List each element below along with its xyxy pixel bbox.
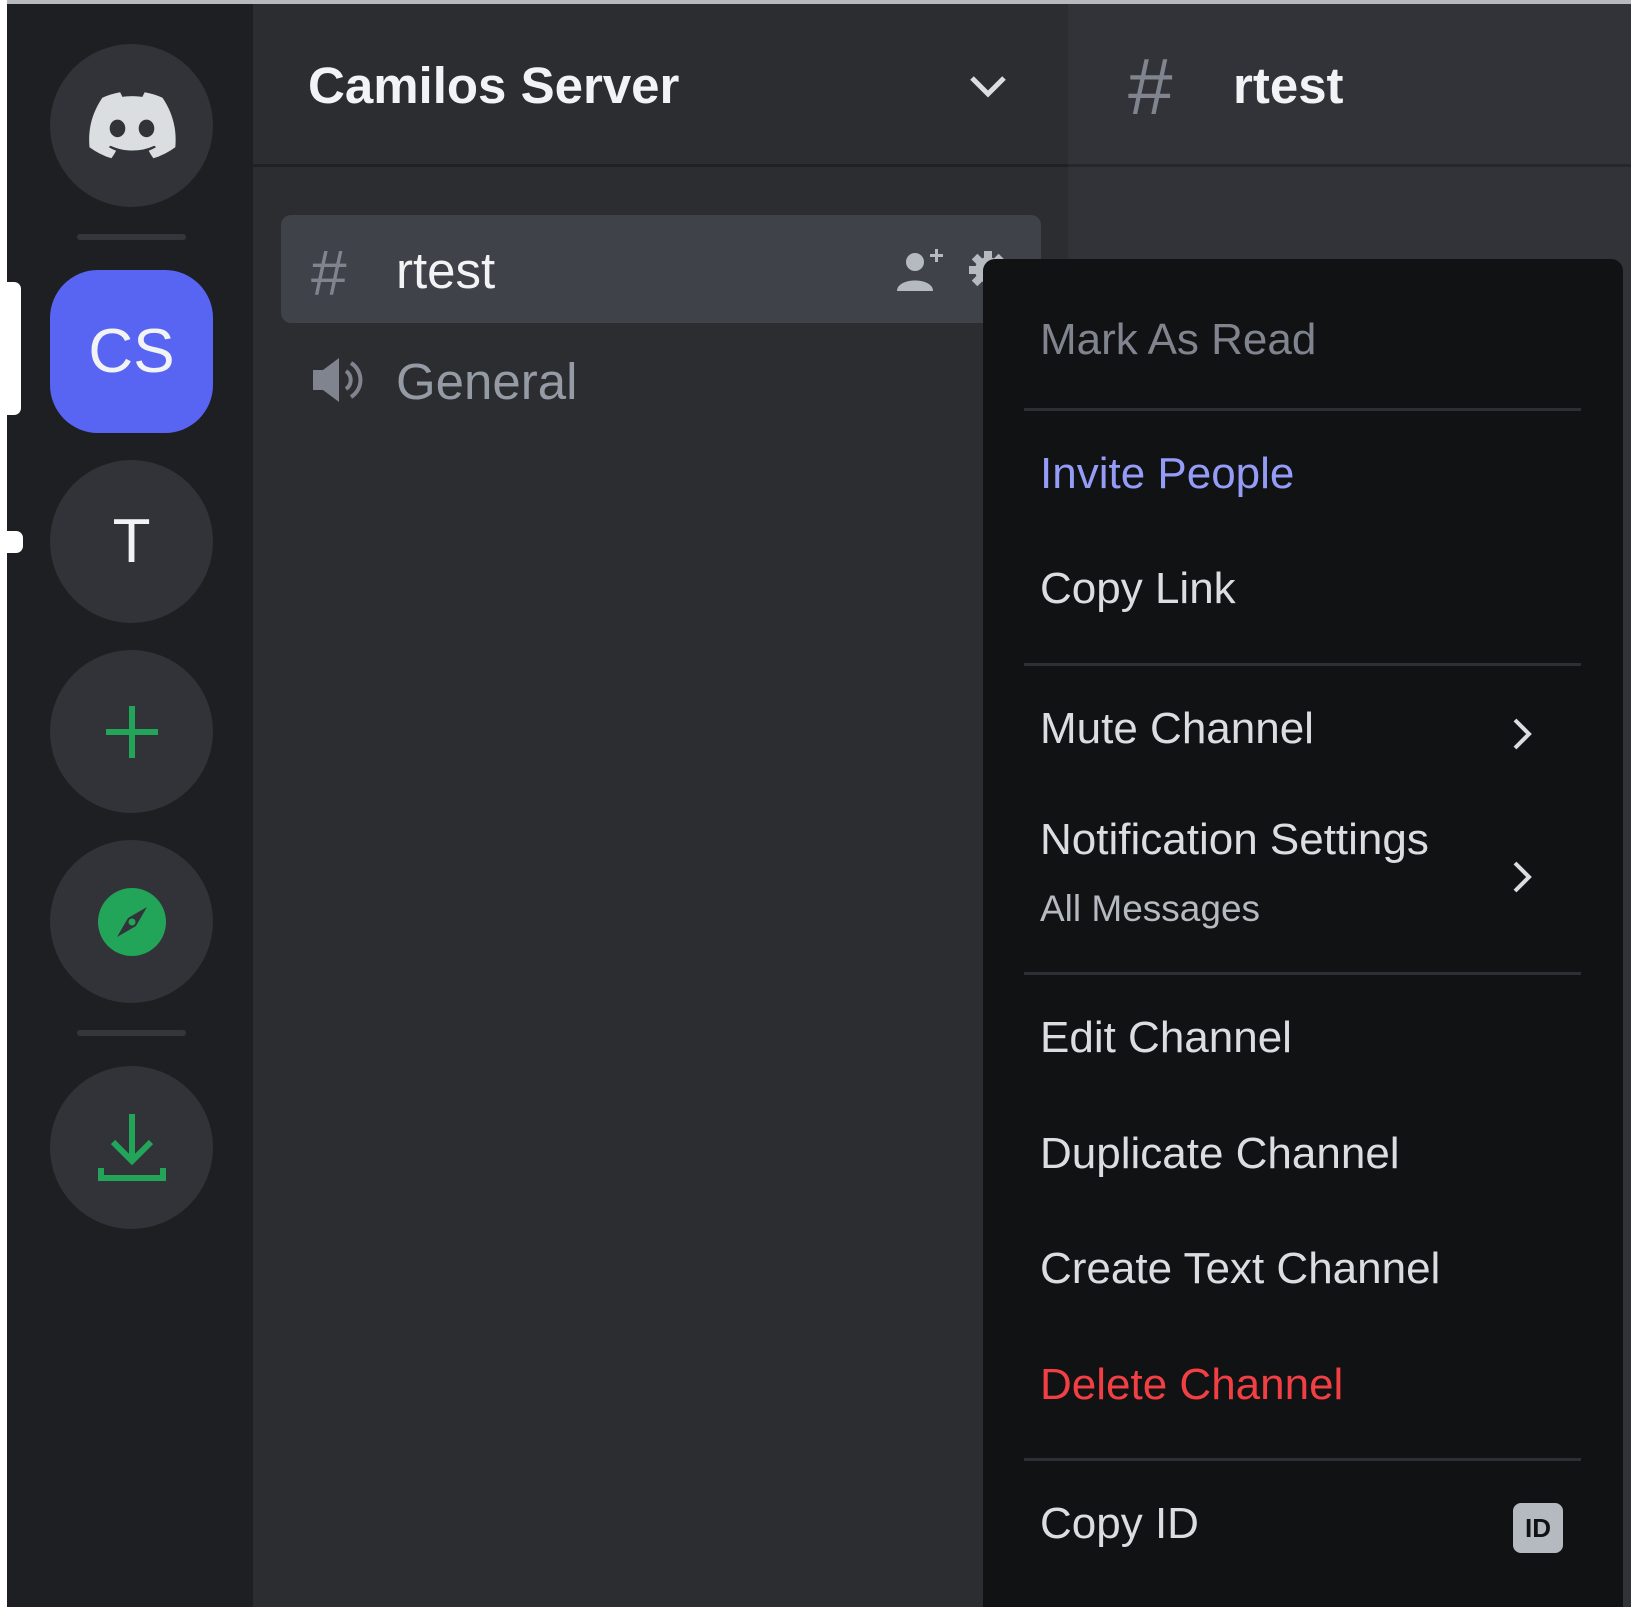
menu-item-duplicate-channel[interactable]: Duplicate Channel: [1040, 1129, 1400, 1179]
add-server-button[interactable]: [50, 650, 213, 813]
server-icon-cs[interactable]: CS: [50, 270, 213, 433]
menu-separator: [1024, 663, 1581, 666]
server-rail: CS T: [7, 4, 253, 1607]
text-channel-icon: #: [1128, 42, 1173, 131]
chevron-down-icon: [970, 76, 1006, 98]
download-icon: [97, 1113, 166, 1181]
compass-icon: [97, 887, 166, 956]
invite-member-icon[interactable]: [895, 247, 947, 293]
text-channel-icon: #: [311, 237, 347, 309]
channel-title: rtest: [1233, 57, 1344, 114]
active-server-indicator: [7, 282, 21, 415]
unread-indicator: [7, 531, 23, 553]
channel-sidebar: Camilos Server # rtest General: [253, 4, 1068, 1607]
channel-name: General: [396, 353, 578, 410]
menu-separator: [1024, 972, 1581, 975]
menu-item-invite-people[interactable]: Invite People: [1040, 449, 1294, 499]
menu-separator: [1024, 1458, 1581, 1461]
discord-logo-icon: [88, 91, 176, 158]
window-left-border: [0, 0, 7, 1607]
server-header[interactable]: Camilos Server: [253, 4, 1068, 167]
menu-item-delete-channel[interactable]: Delete Channel: [1040, 1360, 1343, 1410]
menu-item-copy-link[interactable]: Copy Link: [1040, 564, 1236, 614]
menu-item-mark-as-read[interactable]: Mark As Read: [1040, 315, 1316, 365]
download-apps-button[interactable]: [50, 1066, 213, 1229]
menu-item-edit-channel[interactable]: Edit Channel: [1040, 1013, 1292, 1063]
rail-separator: [77, 234, 186, 240]
menu-item-create-text-channel[interactable]: Create Text Channel: [1040, 1244, 1440, 1294]
home-button[interactable]: [50, 44, 213, 207]
speaker-icon: [313, 358, 363, 402]
server-initials: T: [112, 507, 151, 576]
chevron-right-icon: [1513, 718, 1532, 750]
channel-header: # rtest: [1068, 4, 1631, 167]
notification-settings-value: All Messages: [1040, 888, 1261, 929]
server-icon-t[interactable]: T: [50, 460, 213, 623]
chevron-right-icon: [1513, 861, 1532, 893]
menu-item-notification-settings[interactable]: Notification Settings: [1040, 815, 1429, 865]
explore-servers-button[interactable]: [50, 840, 213, 1003]
id-badge-icon: ID: [1513, 1503, 1563, 1553]
plus-icon: [105, 705, 158, 758]
server-initials: CS: [88, 317, 175, 386]
rail-separator: [77, 1030, 186, 1036]
channel-name: rtest: [396, 242, 496, 299]
server-name: Camilos Server: [308, 57, 680, 114]
channel-item-rtest[interactable]: # rtest: [281, 215, 1041, 323]
menu-separator: [1024, 408, 1581, 411]
menu-item-copy-id[interactable]: Copy ID: [1040, 1499, 1199, 1549]
menu-item-mute-channel[interactable]: Mute Channel: [1040, 704, 1314, 754]
channel-context-menu: Mark As Read Invite People Copy Link Mut…: [983, 259, 1623, 1607]
channel-item-general[interactable]: General: [281, 326, 1041, 434]
